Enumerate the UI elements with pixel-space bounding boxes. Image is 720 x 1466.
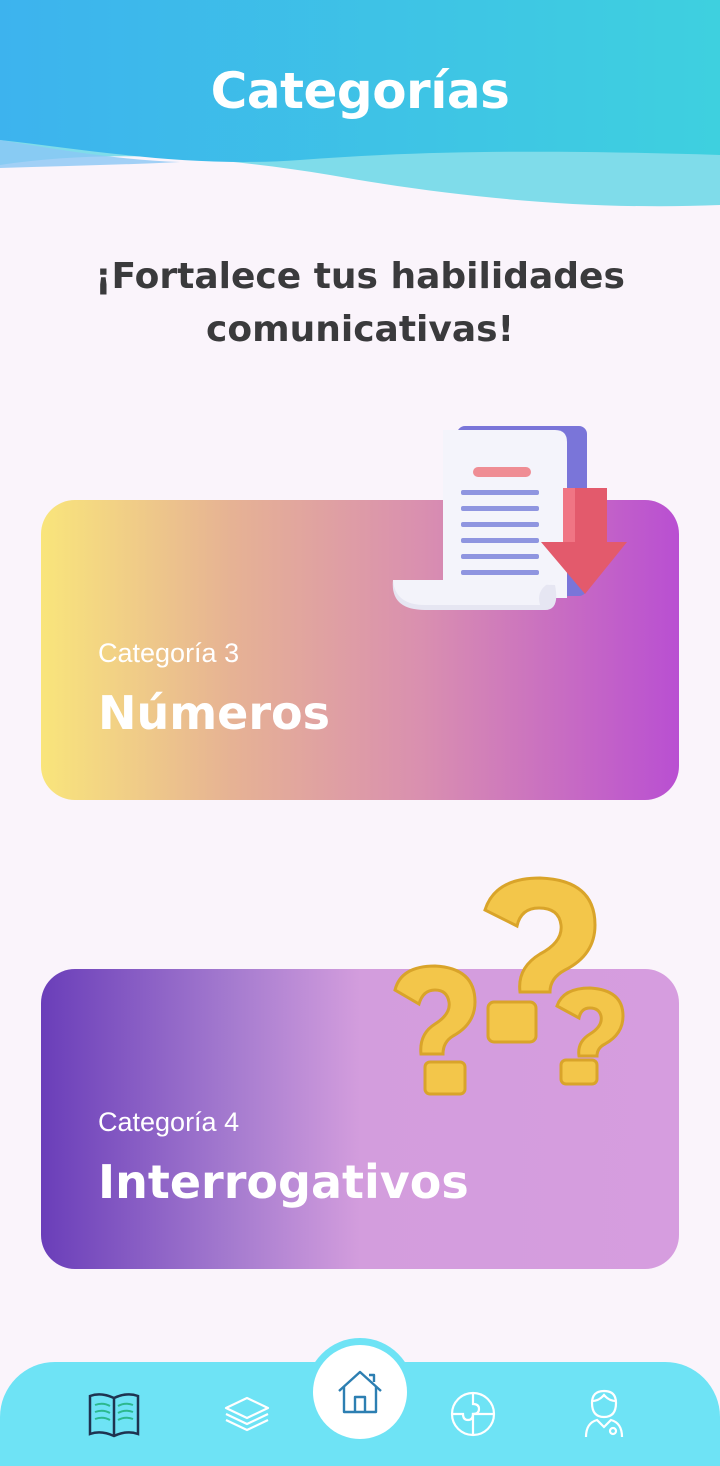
nav-item-layers[interactable]: [217, 1384, 277, 1444]
nav-item-puzzle[interactable]: [443, 1384, 503, 1444]
nav-item-home[interactable]: [313, 1345, 407, 1439]
category-label: Categoría 3: [98, 638, 240, 668]
category-name: Interrogativos: [98, 1155, 469, 1209]
category-name: Números: [98, 686, 331, 740]
question-marks-icon: [385, 870, 635, 1100]
nav-item-profile[interactable]: [574, 1384, 634, 1444]
profile-icon: [584, 1389, 624, 1438]
header: Categorías: [0, 0, 720, 215]
page-title: Categorías: [210, 62, 510, 120]
book-icon: [88, 1393, 140, 1438]
nav-item-book[interactable]: [84, 1384, 144, 1444]
puzzle-icon: [450, 1391, 496, 1437]
layers-icon: [224, 1396, 270, 1432]
home-icon: [338, 1370, 382, 1414]
subtitle: ¡Fortalece tus habilidades comunicativas…: [95, 256, 625, 350]
category-label: Categoría 4: [98, 1107, 240, 1137]
document-download-icon: [385, 420, 635, 620]
